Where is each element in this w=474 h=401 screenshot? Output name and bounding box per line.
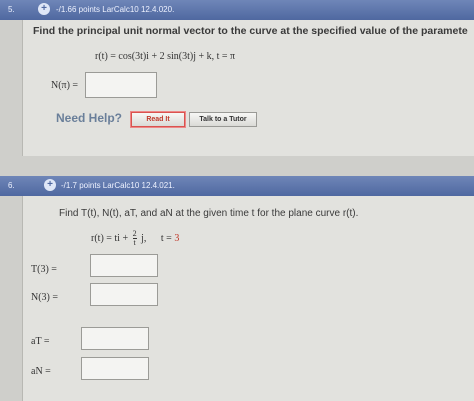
answer-input-N[interactable] xyxy=(85,72,157,98)
time-label: t = xyxy=(160,232,172,244)
fraction: 2 t xyxy=(132,230,137,247)
read-it-button[interactable]: Read It xyxy=(131,112,185,127)
curve-equation: r(t) = ti + 2 t j, t = 3 xyxy=(91,230,179,247)
curve-equation: r(t) = cos(3t)i + 2 sin(3t)j + k, t = π xyxy=(95,51,236,62)
question-5-header: 5. + -/1.66 points LarCalc10 12.4.020. xyxy=(0,0,474,20)
answer-label-T: T(3) = xyxy=(31,264,57,275)
answer-label-N: N(π) = xyxy=(51,80,79,91)
question-prompt: Find T(t), N(t), aT, and aN at the given… xyxy=(59,208,359,219)
equation-left: r(t) = ti + xyxy=(91,232,129,244)
talk-to-tutor-button[interactable]: Talk to a Tutor xyxy=(189,112,257,127)
need-help-label: Need Help? xyxy=(56,111,123,125)
expand-plus-icon[interactable]: + xyxy=(44,179,56,191)
time-value: 3 xyxy=(174,232,180,244)
expand-plus-icon[interactable]: + xyxy=(38,3,50,15)
question-5-panel: Find the principal unit normal vector to… xyxy=(22,20,474,156)
answer-input-aT[interactable] xyxy=(81,327,149,350)
fraction-denominator: t xyxy=(133,238,136,247)
question-6-header: 6. + -/1.7 points LarCalc10 12.4.021. xyxy=(0,176,474,196)
answer-input-T[interactable] xyxy=(90,254,158,277)
question-6-panel: Find T(t), N(t), aT, and aN at the given… xyxy=(22,196,474,401)
points-label: -/1.7 points LarCalc10 12.4.021. xyxy=(61,181,175,190)
answer-label-aT: aT = xyxy=(31,336,50,347)
question-number: 6. xyxy=(8,181,15,190)
answer-label-aN: aN = xyxy=(31,366,51,377)
question-prompt: Find the principal unit normal vector to… xyxy=(33,25,468,37)
answer-label-N: N(3) = xyxy=(31,292,59,303)
points-label: -/1.66 points LarCalc10 12.4.020. xyxy=(56,5,175,14)
answer-input-aN[interactable] xyxy=(81,357,149,380)
question-number: 5. xyxy=(8,5,15,14)
equation-right: j, xyxy=(141,232,147,244)
answer-input-N[interactable] xyxy=(90,283,158,306)
